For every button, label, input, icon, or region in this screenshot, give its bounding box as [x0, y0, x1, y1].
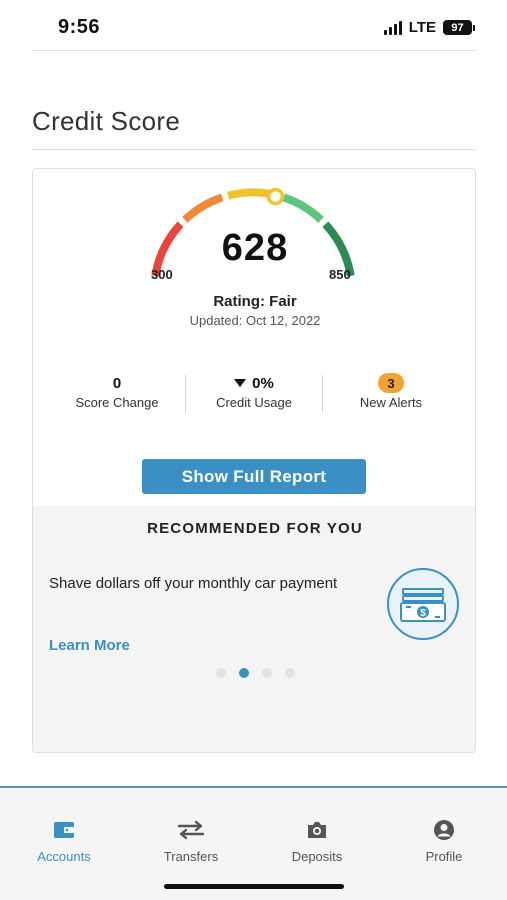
tab-deposits[interactable]: Deposits — [267, 818, 367, 864]
down-triangle-icon — [234, 379, 247, 387]
tab-label: Profile — [425, 849, 463, 864]
recommended-heading: RECOMMENDED FOR YOU — [147, 520, 363, 537]
recommendation-text: Shave dollars off your monthly car payme… — [49, 575, 338, 592]
stat-score-change[interactable]: 0 Score Change — [43, 373, 191, 411]
carousel-dot[interactable] — [238, 668, 249, 678]
credit-score-value: 628 — [221, 227, 289, 269]
status-bar: 9:56 LTE 97 — [0, 0, 507, 50]
carousel-dot[interactable] — [284, 668, 295, 678]
credit-usage-label: Credit Usage — [216, 395, 292, 410]
gauge-segment-orange — [182, 193, 224, 223]
gauge-min-label: 300 — [151, 267, 173, 282]
alerts-count-badge: 3 — [378, 373, 404, 393]
updated-date: Updated: Oct 12, 2022 — [189, 313, 321, 328]
tab-label: Deposits — [291, 849, 343, 864]
gauge-marker — [266, 187, 285, 206]
battery-icon: 97 — [443, 20, 475, 35]
credit-usage-value: 0% — [252, 374, 274, 392]
title-divider — [32, 149, 476, 150]
money-stack-icon: $ — [387, 568, 459, 640]
camera-icon — [308, 822, 326, 838]
tab-label: Accounts — [37, 849, 91, 864]
tab-profile[interactable]: Profile — [394, 818, 494, 864]
credit-rating: Rating: Fair — [213, 293, 297, 310]
show-full-report-button[interactable]: Show Full Report — [142, 459, 366, 494]
svg-text:$: $ — [420, 608, 426, 619]
new-alerts-label: New Alerts — [359, 395, 423, 410]
score-change-label: Score Change — [75, 395, 159, 410]
wallet-icon — [54, 822, 74, 838]
tab-accounts[interactable]: Accounts — [14, 818, 114, 864]
bottom-tab-bar: Accounts Transfers Deposits Profile — [0, 786, 507, 900]
credit-score-card: 628 300 850 Rating: Fair Updated: Oct 12… — [32, 168, 476, 753]
profile-icon — [434, 820, 454, 840]
tab-label: Transfers — [163, 849, 219, 864]
carousel-dot[interactable] — [215, 668, 226, 678]
stat-credit-usage[interactable]: 0% Credit Usage — [180, 373, 328, 411]
home-indicator — [164, 884, 344, 889]
carousel-pagination[interactable] — [33, 668, 475, 678]
signal-icon — [383, 20, 402, 35]
carousel-dot[interactable] — [261, 668, 272, 678]
score-stats: 0 Score Change 0% Credit Usage 3 New Ale… — [33, 373, 475, 413]
tab-transfers[interactable]: Transfers — [141, 818, 241, 864]
status-indicators: LTE 97 — [383, 19, 475, 36]
transfer-arrows-icon — [177, 820, 205, 840]
stat-new-alerts[interactable]: 3 New Alerts — [317, 373, 465, 410]
gauge-segment-lightgreen — [282, 193, 324, 223]
score-change-value: 0 — [112, 374, 122, 392]
header-divider — [32, 50, 476, 51]
recommended-section: RECOMMENDED FOR YOU Shave dollars off yo… — [33, 506, 475, 752]
gauge-max-label: 850 — [329, 267, 351, 282]
status-time: 9:56 — [58, 16, 101, 38]
page-title: Credit Score — [32, 106, 181, 136]
network-type: LTE — [408, 19, 436, 36]
learn-more-link[interactable]: Learn More — [49, 637, 130, 654]
battery-level: 97 — [443, 20, 472, 35]
